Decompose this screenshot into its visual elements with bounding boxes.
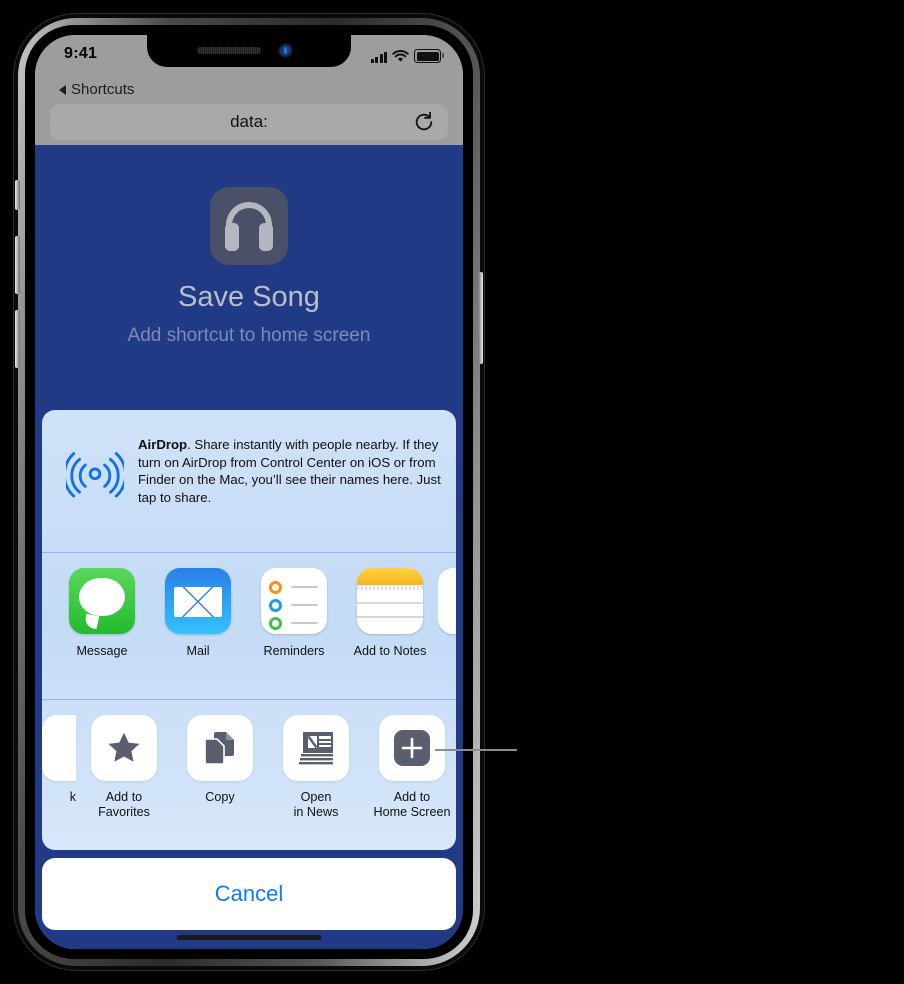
share-target-message[interactable]: Message	[54, 554, 150, 699]
shortcut-subtitle: Add shortcut to home screen	[127, 325, 371, 346]
volume-up-button[interactable]	[15, 236, 20, 294]
app-label: Message	[76, 644, 128, 658]
copy-icon	[187, 715, 253, 781]
headphones-icon	[210, 187, 288, 265]
iphone-device: 9:41 Shortcuts data: Save Song Add short…	[14, 14, 484, 970]
airdrop-description: AirDrop. Share instantly with people nea…	[138, 436, 442, 506]
back-label: Shortcuts	[71, 81, 135, 98]
plus-icon	[379, 715, 445, 781]
app-content: Save Song Add shortcut to home screen Ai…	[35, 145, 463, 949]
front-camera	[279, 44, 292, 57]
airdrop-icon	[66, 452, 124, 498]
notch	[147, 35, 351, 67]
star-icon	[91, 715, 157, 781]
share-target-partial[interactable]	[438, 554, 456, 699]
url-text: data:	[230, 112, 268, 131]
power-button[interactable]	[478, 272, 483, 364]
bookmark-partial-icon	[42, 715, 76, 781]
news-icon-tile	[283, 715, 349, 781]
earpiece-speaker	[197, 47, 261, 54]
status-indicators	[370, 49, 444, 63]
cancel-label: Cancel	[214, 881, 284, 906]
headphones-earcup-left	[225, 223, 239, 251]
notes-app-icon	[357, 568, 423, 634]
wifi-icon	[392, 50, 409, 62]
volume-down-button[interactable]	[15, 310, 20, 368]
action-copy[interactable]: Copy	[172, 700, 268, 850]
callout-line	[435, 749, 517, 751]
app-label: Add to Notes	[353, 644, 427, 658]
action-add-to-home-screen[interactable]: Add to Home Screen	[364, 700, 456, 850]
mute-switch[interactable]	[15, 180, 20, 210]
airdrop-title: AirDrop	[138, 437, 188, 452]
cancel-button[interactable]: Cancel	[42, 858, 456, 930]
app-label: Mail	[186, 644, 210, 658]
status-time: 9:41	[64, 45, 98, 62]
url-bar[interactable]: data:	[50, 104, 448, 140]
share-target-mail[interactable]: Mail	[150, 554, 246, 699]
airdrop-divider	[42, 552, 456, 553]
headphones-earcup-right	[259, 223, 273, 251]
action-label: Open in News	[293, 790, 339, 819]
app-label: Reminders	[263, 644, 325, 658]
shortcut-hero: Save Song Add shortcut to home screen	[35, 145, 463, 400]
action-row: k Add to Favorites Copy Open in News Add…	[42, 700, 456, 850]
news-icon	[283, 715, 349, 781]
cellular-bars-icon	[370, 51, 387, 63]
reload-icon[interactable]	[413, 111, 435, 133]
action-label: Copy	[205, 790, 235, 804]
action-label: Add to Home Screen	[373, 790, 451, 819]
airdrop-section[interactable]: AirDrop. Share instantly with people nea…	[42, 410, 456, 553]
app-share-row: Message Mail Reminders Add to Notes	[42, 554, 456, 699]
partial-app-icon	[438, 568, 456, 634]
messages-app-icon	[69, 568, 135, 634]
action-label: Add to Favorites	[98, 790, 150, 819]
shortcut-title: Save Song	[178, 281, 320, 313]
share-target-notes[interactable]: Add to Notes	[342, 554, 438, 699]
action-label: k	[69, 790, 76, 804]
back-to-shortcuts-link[interactable]: Shortcuts	[59, 81, 134, 98]
reminders-app-icon	[261, 568, 327, 634]
action-open-in-news[interactable]: Open in News	[268, 700, 364, 850]
device-screen: 9:41 Shortcuts data: Save Song Add short…	[35, 35, 463, 949]
copy-icon-tile	[187, 715, 253, 781]
plus-icon-tile	[379, 715, 445, 781]
mail-app-icon	[165, 568, 231, 634]
action-bookmark-partial[interactable]: k	[42, 700, 76, 850]
share-target-reminders[interactable]: Reminders	[246, 554, 342, 699]
back-triangle-icon	[59, 84, 66, 95]
share-sheet-card: AirDrop. Share instantly with people nea…	[42, 410, 456, 850]
action-add-to-favorites[interactable]: Add to Favorites	[76, 700, 172, 850]
home-indicator[interactable]	[176, 935, 322, 940]
star-icon-tile	[91, 715, 157, 781]
battery-full-icon	[414, 49, 444, 63]
